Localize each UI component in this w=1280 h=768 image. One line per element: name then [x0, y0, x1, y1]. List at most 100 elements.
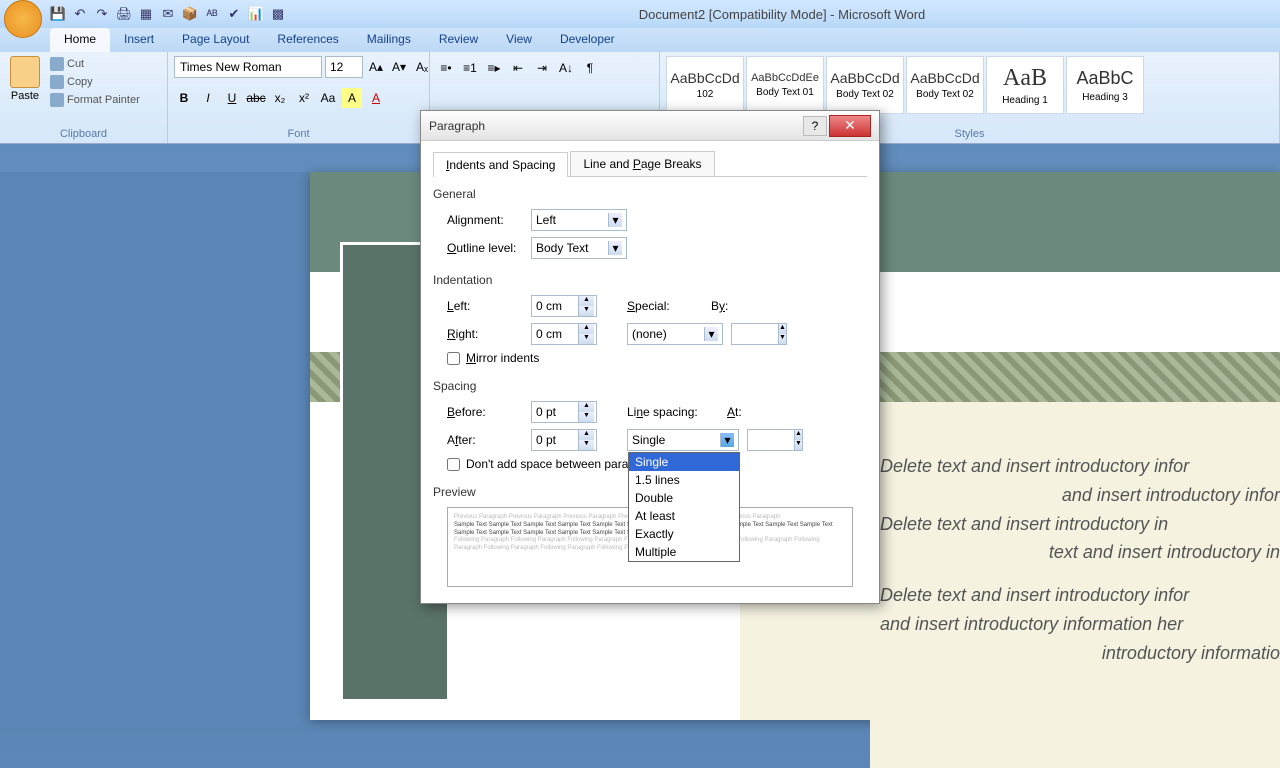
increase-indent-button[interactable]: ⇥	[532, 58, 552, 78]
mail-icon[interactable]: ✉	[158, 4, 178, 24]
decrease-indent-button[interactable]: ⇤	[508, 58, 528, 78]
tab-developer[interactable]: Developer	[546, 28, 629, 52]
undo-icon[interactable]: ↶	[70, 4, 90, 24]
superscript-button[interactable]: x²	[294, 88, 314, 108]
tab-view[interactable]: View	[492, 28, 546, 52]
bold-button[interactable]: B	[174, 88, 194, 108]
box-icon[interactable]: 📦	[180, 4, 200, 24]
tab-references[interactable]: References	[263, 28, 352, 52]
style-item[interactable]: AaBbCHeading 3	[1066, 56, 1144, 114]
tab-page-layout[interactable]: Page Layout	[168, 28, 263, 52]
paragraph-dialog: Paragraph ? ✕ IIndents and Spacingndents…	[420, 110, 880, 604]
change-case-button[interactable]: Aa	[318, 88, 338, 108]
highlight-button[interactable]: A	[342, 88, 362, 108]
check-icon[interactable]: ✔	[224, 4, 244, 24]
outline-level-select[interactable]: Body Text▾	[531, 237, 627, 259]
dropdown-option[interactable]: Double	[629, 489, 739, 507]
group-clipboard: Paste Cut Copy Format Painter Clipboard	[0, 52, 168, 143]
general-heading: General	[433, 187, 867, 201]
special-select[interactable]: (none)▾	[627, 323, 723, 345]
font-size-combo[interactable]	[325, 56, 363, 78]
chart-icon[interactable]: 📊	[246, 4, 266, 24]
bullets-button[interactable]: ≡•	[436, 58, 456, 78]
tab-line-page-breaks[interactable]: Line and Page Breaks	[570, 151, 714, 176]
spin-up-icon[interactable]: ▲	[579, 324, 594, 334]
strikethrough-button[interactable]: abc	[246, 88, 266, 108]
line-spacing-select[interactable]: Single▾ Single 1.5 lines Double At least…	[627, 429, 739, 451]
chevron-down-icon: ▾	[720, 433, 734, 447]
spin-down-icon[interactable]: ▼	[795, 440, 802, 450]
dropdown-option[interactable]: Single	[629, 453, 739, 471]
shrink-font-icon[interactable]: A▾	[389, 57, 409, 77]
dropdown-option[interactable]: At least	[629, 507, 739, 525]
style-item[interactable]: AaBbCcDd102	[666, 56, 744, 114]
font-name-combo[interactable]	[174, 56, 322, 78]
grid-icon[interactable]: ▩	[268, 4, 288, 24]
spin-up-icon[interactable]: ▲	[795, 430, 802, 440]
multilevel-button[interactable]: ≡▸	[484, 58, 504, 78]
italic-button[interactable]: I	[198, 88, 218, 108]
save-icon[interactable]: 💾	[48, 4, 68, 24]
paste-button[interactable]: Paste	[6, 56, 44, 102]
style-item[interactable]: AaBbCcDdEeBody Text 01	[746, 56, 824, 114]
dropdown-option[interactable]: Multiple	[629, 543, 739, 561]
clear-format-icon[interactable]: Aₓ	[412, 57, 432, 77]
alignment-select[interactable]: Left▾	[531, 209, 627, 231]
spin-down-icon[interactable]: ▼	[579, 412, 594, 422]
paste-icon	[10, 56, 40, 88]
indent-right-label: Right:	[447, 327, 531, 341]
dropdown-option[interactable]: 1.5 lines	[629, 471, 739, 489]
spin-down-icon[interactable]: ▼	[579, 440, 594, 450]
tab-mailings[interactable]: Mailings	[353, 28, 425, 52]
cut-button[interactable]: Cut	[48, 56, 142, 72]
ribbon-tabs: Home Insert Page Layout References Maili…	[0, 28, 1280, 52]
copy-button[interactable]: Copy	[48, 74, 142, 90]
print-icon[interactable]: 🖨	[114, 4, 134, 24]
tab-indents-spacing[interactable]: IIndents and Spacingndents and Spacing	[433, 152, 568, 177]
indent-left-label: Left:	[447, 299, 531, 313]
at-spinner[interactable]: ▲▼	[747, 429, 803, 451]
style-item[interactable]: AaBHeading 1	[986, 56, 1064, 114]
tab-review[interactable]: Review	[425, 28, 492, 52]
by-spinner[interactable]: ▲▼	[731, 323, 787, 345]
preview-icon[interactable]: ▦	[136, 4, 156, 24]
indent-left-spinner[interactable]: ▲▼	[531, 295, 597, 317]
indentation-heading: Indentation	[433, 273, 867, 287]
dialog-close-button[interactable]: ✕	[829, 115, 871, 137]
style-item[interactable]: AaBbCcDdBody Text 02	[826, 56, 904, 114]
style-item[interactable]: AaBbCcDdBody Text 02	[906, 56, 984, 114]
quick-access-toolbar: 💾 ↶ ↷ 🖨 ▦ ✉ 📦 ᴬᴮ ✔ 📊 ▩	[48, 4, 288, 24]
mirror-indents-checkbox[interactable]: Mirror indents	[433, 351, 867, 365]
underline-button[interactable]: U	[222, 88, 242, 108]
tab-insert[interactable]: Insert	[110, 28, 168, 52]
spin-up-icon[interactable]: ▲	[779, 324, 786, 334]
spin-down-icon[interactable]: ▼	[579, 306, 594, 316]
indent-right-spinner[interactable]: ▲▼	[531, 323, 597, 345]
spin-down-icon[interactable]: ▼	[779, 334, 786, 344]
dropdown-option[interactable]: Exactly	[629, 525, 739, 543]
tab-home[interactable]: Home	[50, 28, 110, 52]
sort-button[interactable]: A↓	[556, 58, 576, 78]
numbering-button[interactable]: ≡1	[460, 58, 480, 78]
spin-down-icon[interactable]: ▼	[579, 334, 594, 344]
spin-up-icon[interactable]: ▲	[579, 296, 594, 306]
by-label: By:	[711, 299, 751, 313]
spin-up-icon[interactable]: ▲	[579, 430, 594, 440]
show-marks-button[interactable]: ¶	[580, 58, 600, 78]
copy-icon	[50, 75, 64, 89]
subscript-button[interactable]: x₂	[270, 88, 290, 108]
font-color-button[interactable]: A	[366, 88, 386, 108]
dialog-titlebar[interactable]: Paragraph ? ✕	[421, 111, 879, 141]
grow-font-icon[interactable]: A▴	[366, 57, 386, 77]
before-spinner[interactable]: ▲▼	[531, 401, 597, 423]
redo-icon[interactable]: ↷	[92, 4, 112, 24]
spin-up-icon[interactable]: ▲	[579, 402, 594, 412]
format-painter-button[interactable]: Format Painter	[48, 92, 142, 108]
after-spinner[interactable]: ▲▼	[531, 429, 597, 451]
spellcheck-icon[interactable]: ᴬᴮ	[202, 4, 222, 24]
body-text[interactable]: Delete text and insert introductory info…	[870, 432, 1280, 768]
office-button[interactable]	[4, 0, 42, 38]
headline-text[interactable]: adline Runs Here	[870, 268, 1134, 312]
title-bar: 💾 ↶ ↷ 🖨 ▦ ✉ 📦 ᴬᴮ ✔ 📊 ▩ Document2 [Compat…	[0, 0, 1280, 28]
dialog-help-button[interactable]: ?	[803, 116, 827, 136]
